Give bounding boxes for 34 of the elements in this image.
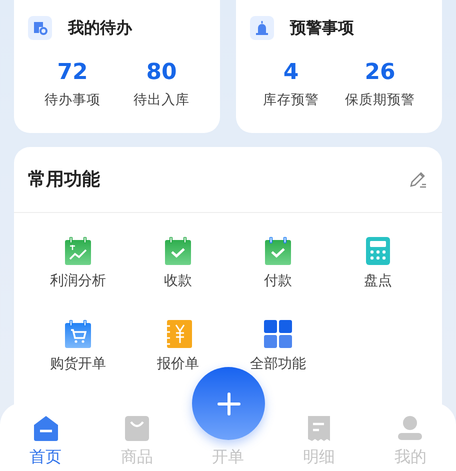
- stat-value: 26: [364, 60, 396, 86]
- tab[interactable]: 首页: [30, 413, 62, 469]
- calculator-icon: [366, 237, 390, 265]
- section-title: 常用功能: [28, 168, 100, 192]
- stat-value: 4: [283, 60, 299, 86]
- stat-label: 待出入库: [134, 91, 190, 110]
- yuan-notebook-icon: [164, 320, 192, 348]
- grid-icon: [264, 320, 292, 348]
- alarm-icon: [254, 20, 270, 36]
- stat-label: 待办事项: [44, 91, 100, 110]
- stat-label: 保质期预警: [345, 91, 415, 110]
- stat-value: 72: [57, 60, 88, 86]
- task-icon: [32, 20, 48, 36]
- card-title: 预警事项: [290, 17, 354, 39]
- home-icon: [32, 415, 59, 441]
- chart-calendar-icon: [65, 237, 91, 265]
- function-item[interactable]: 收款: [128, 235, 228, 292]
- receipt-icon: [307, 415, 332, 441]
- cart-calendar-icon: [65, 320, 91, 348]
- function-item[interactable]: 利润分析: [28, 235, 128, 292]
- bag-icon: [124, 415, 150, 441]
- check-calendar-icon: [265, 237, 291, 265]
- edit-icon[interactable]: [408, 170, 428, 190]
- function-item[interactable]: 报价单: [128, 318, 228, 375]
- plus-icon: [216, 392, 240, 416]
- stat-label: 库存预警: [263, 91, 319, 110]
- check-calendar-icon: [165, 237, 191, 265]
- function-item[interactable]: 盘点: [328, 235, 428, 292]
- card-title: 我的待办: [68, 17, 132, 39]
- stat-value: 80: [146, 60, 177, 86]
- user-icon: [397, 415, 424, 441]
- function-item[interactable]: 付款: [228, 235, 328, 292]
- function-item[interactable]: 全部功能: [228, 318, 328, 375]
- function-item[interactable]: 购货开单: [28, 318, 128, 375]
